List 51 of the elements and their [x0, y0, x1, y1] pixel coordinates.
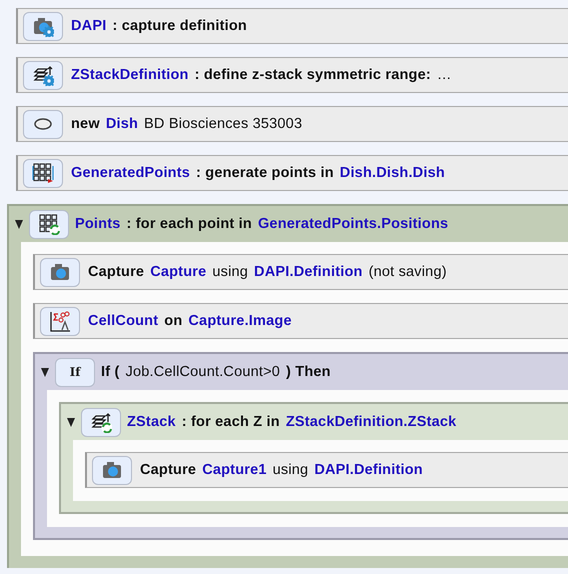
collapse-caret-icon[interactable]	[41, 367, 49, 377]
reference-name: Dish.Dish.Dish	[340, 165, 445, 181]
step-row[interactable]: ZStackDefinition : define z-stack symmetric range: …	[16, 57, 568, 93]
step-keyword: : generate points in	[196, 165, 334, 181]
camera-icon	[49, 261, 71, 283]
reference-name: ZStackDefinition.ZStack	[286, 414, 456, 430]
step-row[interactable]: DAPI : capture definition	[16, 8, 568, 44]
reference-name: DAPI.Definition	[254, 264, 363, 280]
step-row[interactable]: new Dish BD Biosciences 353003	[16, 106, 568, 142]
step-row[interactable]: CellCount on Capture.Image	[33, 303, 568, 339]
chart-icon	[49, 310, 71, 332]
step-detail: Job.CellCount.Count>0	[126, 364, 280, 380]
grid-loop-icon	[38, 213, 60, 235]
step-row[interactable]: Capture Capture using DAPI.Definition (not saving)	[33, 254, 568, 290]
collapse-caret-icon[interactable]	[15, 219, 23, 229]
step-detail: using	[272, 462, 308, 478]
reference-name: GeneratedPoints.Positions	[258, 216, 448, 232]
reference-name: Points	[75, 216, 121, 232]
step-keyword: Capture	[88, 264, 144, 280]
collapse-caret-icon[interactable]	[67, 417, 75, 427]
step-detail: using	[212, 264, 248, 280]
step-keyword: If (	[101, 364, 120, 380]
step-keyword: : for each point in	[126, 216, 252, 232]
reference-name: ZStack	[127, 414, 176, 430]
grid-icon	[32, 162, 54, 184]
step-keyword: : capture definition	[112, 18, 247, 34]
reference-name: ZStackDefinition	[71, 67, 189, 83]
reference-name: DAPI	[71, 18, 106, 34]
reference-name: DAPI.Definition	[314, 462, 423, 478]
camera-icon	[101, 459, 123, 481]
reference-name: Capture.Image	[188, 313, 292, 329]
step-row[interactable]: Capture Capture1 using DAPI.Definition	[85, 452, 568, 488]
stack-loop-icon	[90, 411, 112, 433]
stack-gear-icon	[32, 64, 54, 86]
step-detail: (not saving)	[368, 264, 447, 280]
reference-name: CellCount	[88, 313, 158, 329]
step-detail: BD Biosciences 353003	[144, 116, 302, 132]
step-keyword: : define z-stack symmetric range:	[194, 67, 431, 83]
condition-badge: If	[55, 358, 95, 386]
reference-name: GeneratedPoints	[71, 165, 190, 181]
step-keyword: Capture	[140, 462, 196, 478]
camera-gear-icon	[32, 15, 54, 37]
reference-name: Capture1	[202, 462, 267, 478]
step-keyword: on	[164, 313, 182, 329]
step-keyword: : for each Z in	[182, 414, 280, 430]
step-detail: …	[436, 67, 452, 83]
reference-name: Capture	[150, 264, 206, 280]
step-keyword: new	[71, 116, 100, 132]
reference-name: Dish	[106, 116, 138, 132]
step-row[interactable]: GeneratedPoints : generate points in Dish.Dish.Dish	[16, 155, 568, 191]
step-keyword: ) Then	[286, 364, 331, 380]
